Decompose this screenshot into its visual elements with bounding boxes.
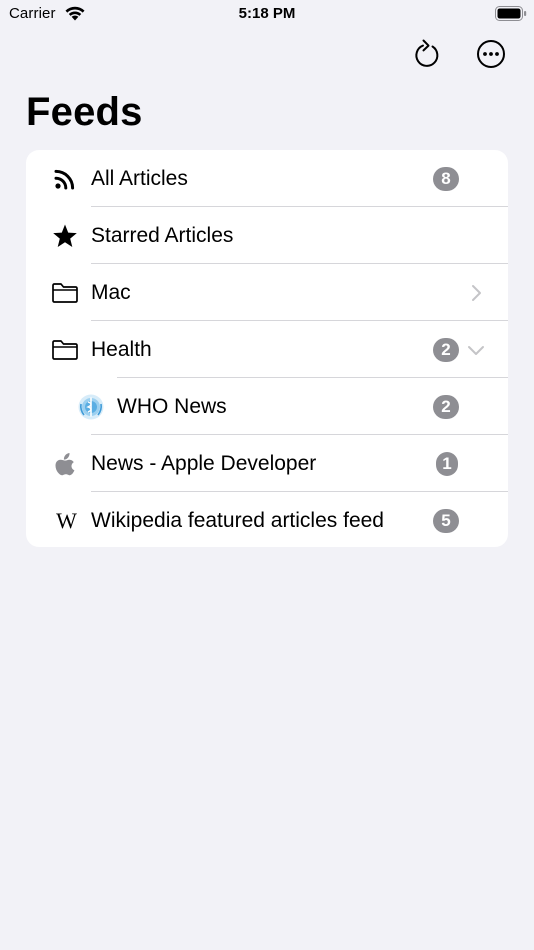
chevron-down-icon[interactable] bbox=[467, 341, 485, 359]
folder-row-health[interactable]: Health 2 bbox=[26, 321, 508, 378]
more-button[interactable] bbox=[475, 38, 507, 70]
feed-label: WHO News bbox=[117, 394, 227, 418]
star-icon bbox=[51, 222, 79, 250]
battery-icon bbox=[495, 6, 527, 21]
feed-row-all-articles[interactable]: All Articles 8 bbox=[26, 150, 508, 207]
feed-label: Wikipedia featured articles feed bbox=[91, 508, 384, 532]
feed-row-apple-developer[interactable]: News - Apple Developer 1 bbox=[26, 435, 508, 492]
rss-icon bbox=[51, 165, 79, 193]
unread-count-badge: 8 bbox=[433, 166, 459, 191]
feeds-screen: Carrier 5:18 PM Feeds All Articles 8 Sta… bbox=[0, 0, 534, 950]
more-icon bbox=[477, 40, 505, 68]
unread-count-badge: 2 bbox=[433, 394, 459, 419]
page-title: Feeds bbox=[26, 90, 143, 134]
apple-icon bbox=[51, 450, 79, 478]
feed-label: Starred Articles bbox=[91, 223, 234, 247]
feed-label: News - Apple Developer bbox=[91, 451, 317, 475]
folder-label: Health bbox=[91, 337, 152, 361]
feed-label: All Articles bbox=[91, 166, 188, 190]
status-bar: Carrier 5:18 PM bbox=[0, 0, 534, 28]
chevron-right-icon[interactable] bbox=[467, 284, 485, 302]
feeds-list: All Articles 8 Starred Articles Mac Heal… bbox=[26, 150, 508, 547]
unread-count-badge: 5 bbox=[433, 508, 459, 533]
feed-row-wikipedia[interactable]: W Wikipedia featured articles feed 5 bbox=[26, 492, 508, 547]
refresh-icon bbox=[415, 39, 439, 67]
refresh-button[interactable] bbox=[412, 38, 444, 70]
folder-label: Mac bbox=[91, 280, 131, 304]
wikipedia-icon: W bbox=[56, 507, 77, 533]
feed-row-who-news[interactable]: WHO News 2 bbox=[26, 378, 508, 435]
status-time: 5:18 PM bbox=[238, 5, 296, 22]
folder-row-mac[interactable]: Mac bbox=[26, 264, 508, 321]
folder-icon bbox=[51, 279, 79, 307]
unread-count-badge: 1 bbox=[436, 451, 458, 476]
who-logo-icon bbox=[77, 393, 105, 421]
feed-row-starred-articles[interactable]: Starred Articles bbox=[26, 207, 508, 264]
unread-count-badge: 2 bbox=[433, 337, 459, 362]
folder-icon bbox=[51, 336, 79, 364]
